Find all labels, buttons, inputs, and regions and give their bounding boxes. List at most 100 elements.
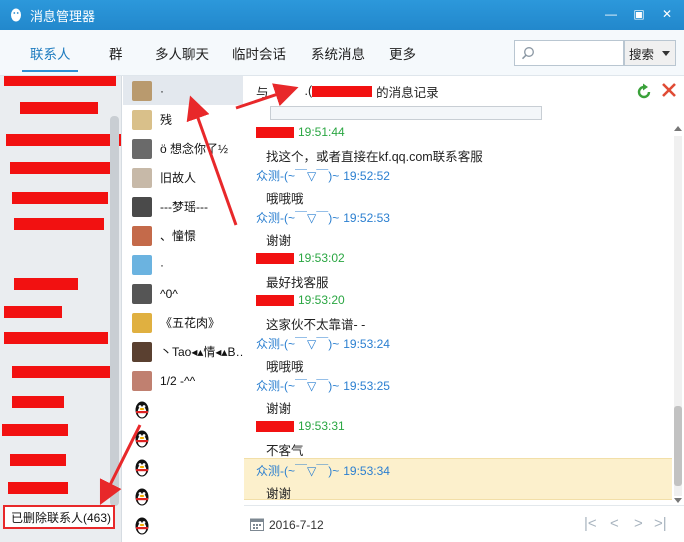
redacted-group[interactable] [12,366,112,378]
message-text: 最好找客服 [266,276,329,290]
message-text: 哦哦哦 [266,360,304,374]
search-button[interactable]: 搜索 [624,40,676,66]
message-time: 19:51:44 [298,125,345,139]
message-item[interactable]: 众测-(~￣▽￣)~ 19:52:53 谢谢 [244,209,672,251]
contact-item[interactable]: 残 [123,105,243,134]
contact-item[interactable]: 旧故人 [123,163,243,192]
last-page-button[interactable]: >| [654,515,667,532]
redacted-group[interactable] [8,482,68,494]
prev-page-button[interactable]: < [610,515,619,532]
message-item[interactable]: 19:53:20 这家伙不太靠谱- - [244,293,672,335]
avatar [132,80,152,101]
avatar [132,225,152,246]
message-item[interactable]: 众测-(~￣▽￣)~ 19:53:25 谢谢 [244,377,672,419]
contact-item[interactable]: 1/2 -^^ [123,366,243,395]
close-icon[interactable] [660,81,678,99]
message-time: 19:52:53 [343,211,390,225]
message-meta: 众测-(~￣▽￣)~ 19:52:53 [256,209,390,226]
contact-item[interactable]: ^0^ [123,279,243,308]
deleted-contacts-group[interactable]: 已删除联系人(463) [3,505,115,529]
message-time: 19:53:25 [343,379,390,393]
redacted-group[interactable] [2,424,68,436]
penguin-avatar-icon [135,488,149,505]
tab-system-messages[interactable]: 系统消息 [311,43,365,63]
contact-item[interactable]: · [123,76,243,105]
redacted-group[interactable] [14,278,78,290]
avatar [132,138,152,159]
contact-item[interactable]: 《五花肉》 [123,308,243,337]
contact-item[interactable] [123,424,243,453]
title-bar: 消息管理器 — ▣ ✕ [0,0,684,30]
message-meta: 众测-(~￣▽￣)~ 19:53:25 [256,377,390,394]
penguin-avatar-icon [135,430,149,447]
avatar [132,109,152,130]
message-item[interactable]: 19:53:02 最好找客服 [244,251,672,293]
tab-contacts[interactable]: 联系人 [30,43,71,63]
message-meta: 19:51:44 [256,125,345,139]
contact-item[interactable]: · [123,250,243,279]
contact-item[interactable]: ---梦瑶--- [123,192,243,221]
scroll-up-icon[interactable] [674,126,682,131]
message-item[interactable]: 众测-(~￣▽￣)~ 19:52:52 哦哦哦 [244,167,672,209]
message-text: 找这个，或者直接在kf.qq.com联系客服 [266,150,483,164]
message-item[interactable]: 众测-(~￣▽￣)~ 19:53:24 哦哦哦 [244,335,672,377]
message-time: 19:53:20 [298,293,345,307]
search-field[interactable] [514,40,624,66]
category-tabs: 联系人 群 多人聊天 临时会话 系统消息 更多 搜索 [0,30,684,76]
refresh-icon[interactable] [635,83,653,101]
contact-item[interactable]: ö 想念你了½ [123,134,243,163]
message-text: 谢谢 [266,234,292,248]
contact-item[interactable] [123,511,243,540]
redacted-group[interactable] [10,162,114,174]
close-button[interactable]: ✕ [654,4,680,24]
message-item[interactable]: 众测-(~￣▽￣)~ 19:53:34 谢谢 [244,458,672,501]
contact-name: ^0^ [160,286,178,301]
tab-temp-session[interactable]: 临时会话 [232,43,286,63]
message-text: 谢谢 [266,402,292,416]
qq-penguin-icon [11,8,21,22]
contact-item[interactable]: 、憧憬 [123,221,243,250]
chevron-down-icon[interactable] [662,51,670,56]
history-footer: 2016-7-12 |< < > >| [244,505,684,542]
active-tab-indicator [22,70,78,72]
date-label[interactable]: 2016-7-12 [269,518,324,532]
contact-item[interactable] [123,395,243,424]
message-item[interactable]: 19:51:44 找这个，或者直接在kf.qq.com联系客服 [244,125,672,167]
tab-more[interactable]: 更多 [389,43,416,63]
sender-name: 众测-(~￣▽￣)~ [256,211,340,225]
tab-groups[interactable]: 群 [109,43,123,63]
contact-item[interactable] [123,453,243,482]
first-page-button[interactable]: |< [584,515,597,532]
message-scrollbar[interactable] [674,126,682,503]
redacted-group[interactable] [4,332,108,344]
message-text: 谢谢 [266,487,292,501]
message-time: 19:53:34 [343,464,390,478]
next-page-button[interactable]: > [634,515,643,532]
contact-item[interactable]: 丶Tao◂▴情◂▴B… [123,337,243,366]
redacted-group[interactable] [4,76,116,86]
redacted-group[interactable] [6,134,121,146]
scroll-thumb[interactable] [674,406,682,486]
scroll-down-icon[interactable] [674,498,682,503]
redacted-group[interactable] [10,454,66,466]
contact-item[interactable] [123,482,243,511]
redacted-group[interactable] [12,396,64,408]
tab-multi-chat[interactable]: 多人聊天 [155,43,209,63]
redacted-group[interactable] [12,192,108,204]
avatar [132,341,152,362]
avatar [132,254,152,275]
message-meta: 19:53:20 [256,293,345,307]
calendar-icon[interactable] [250,517,264,531]
search-input[interactable] [539,44,619,62]
redacted-group[interactable] [20,102,98,114]
contact-name: 、憧憬 [160,229,197,243]
sender-name: 众测-(~￣▽￣)~ [256,169,340,183]
redacted-group[interactable] [4,306,62,318]
message-time: 19:53:31 [298,419,345,433]
message-item[interactable]: 19:53:31 不客气 [244,419,672,461]
redacted-group[interactable] [14,218,104,230]
search-button-label: 搜索 [629,47,655,62]
minimize-button[interactable]: — [598,4,624,24]
maximize-button[interactable]: ▣ [626,4,652,24]
group-scrollbar[interactable] [110,116,119,506]
